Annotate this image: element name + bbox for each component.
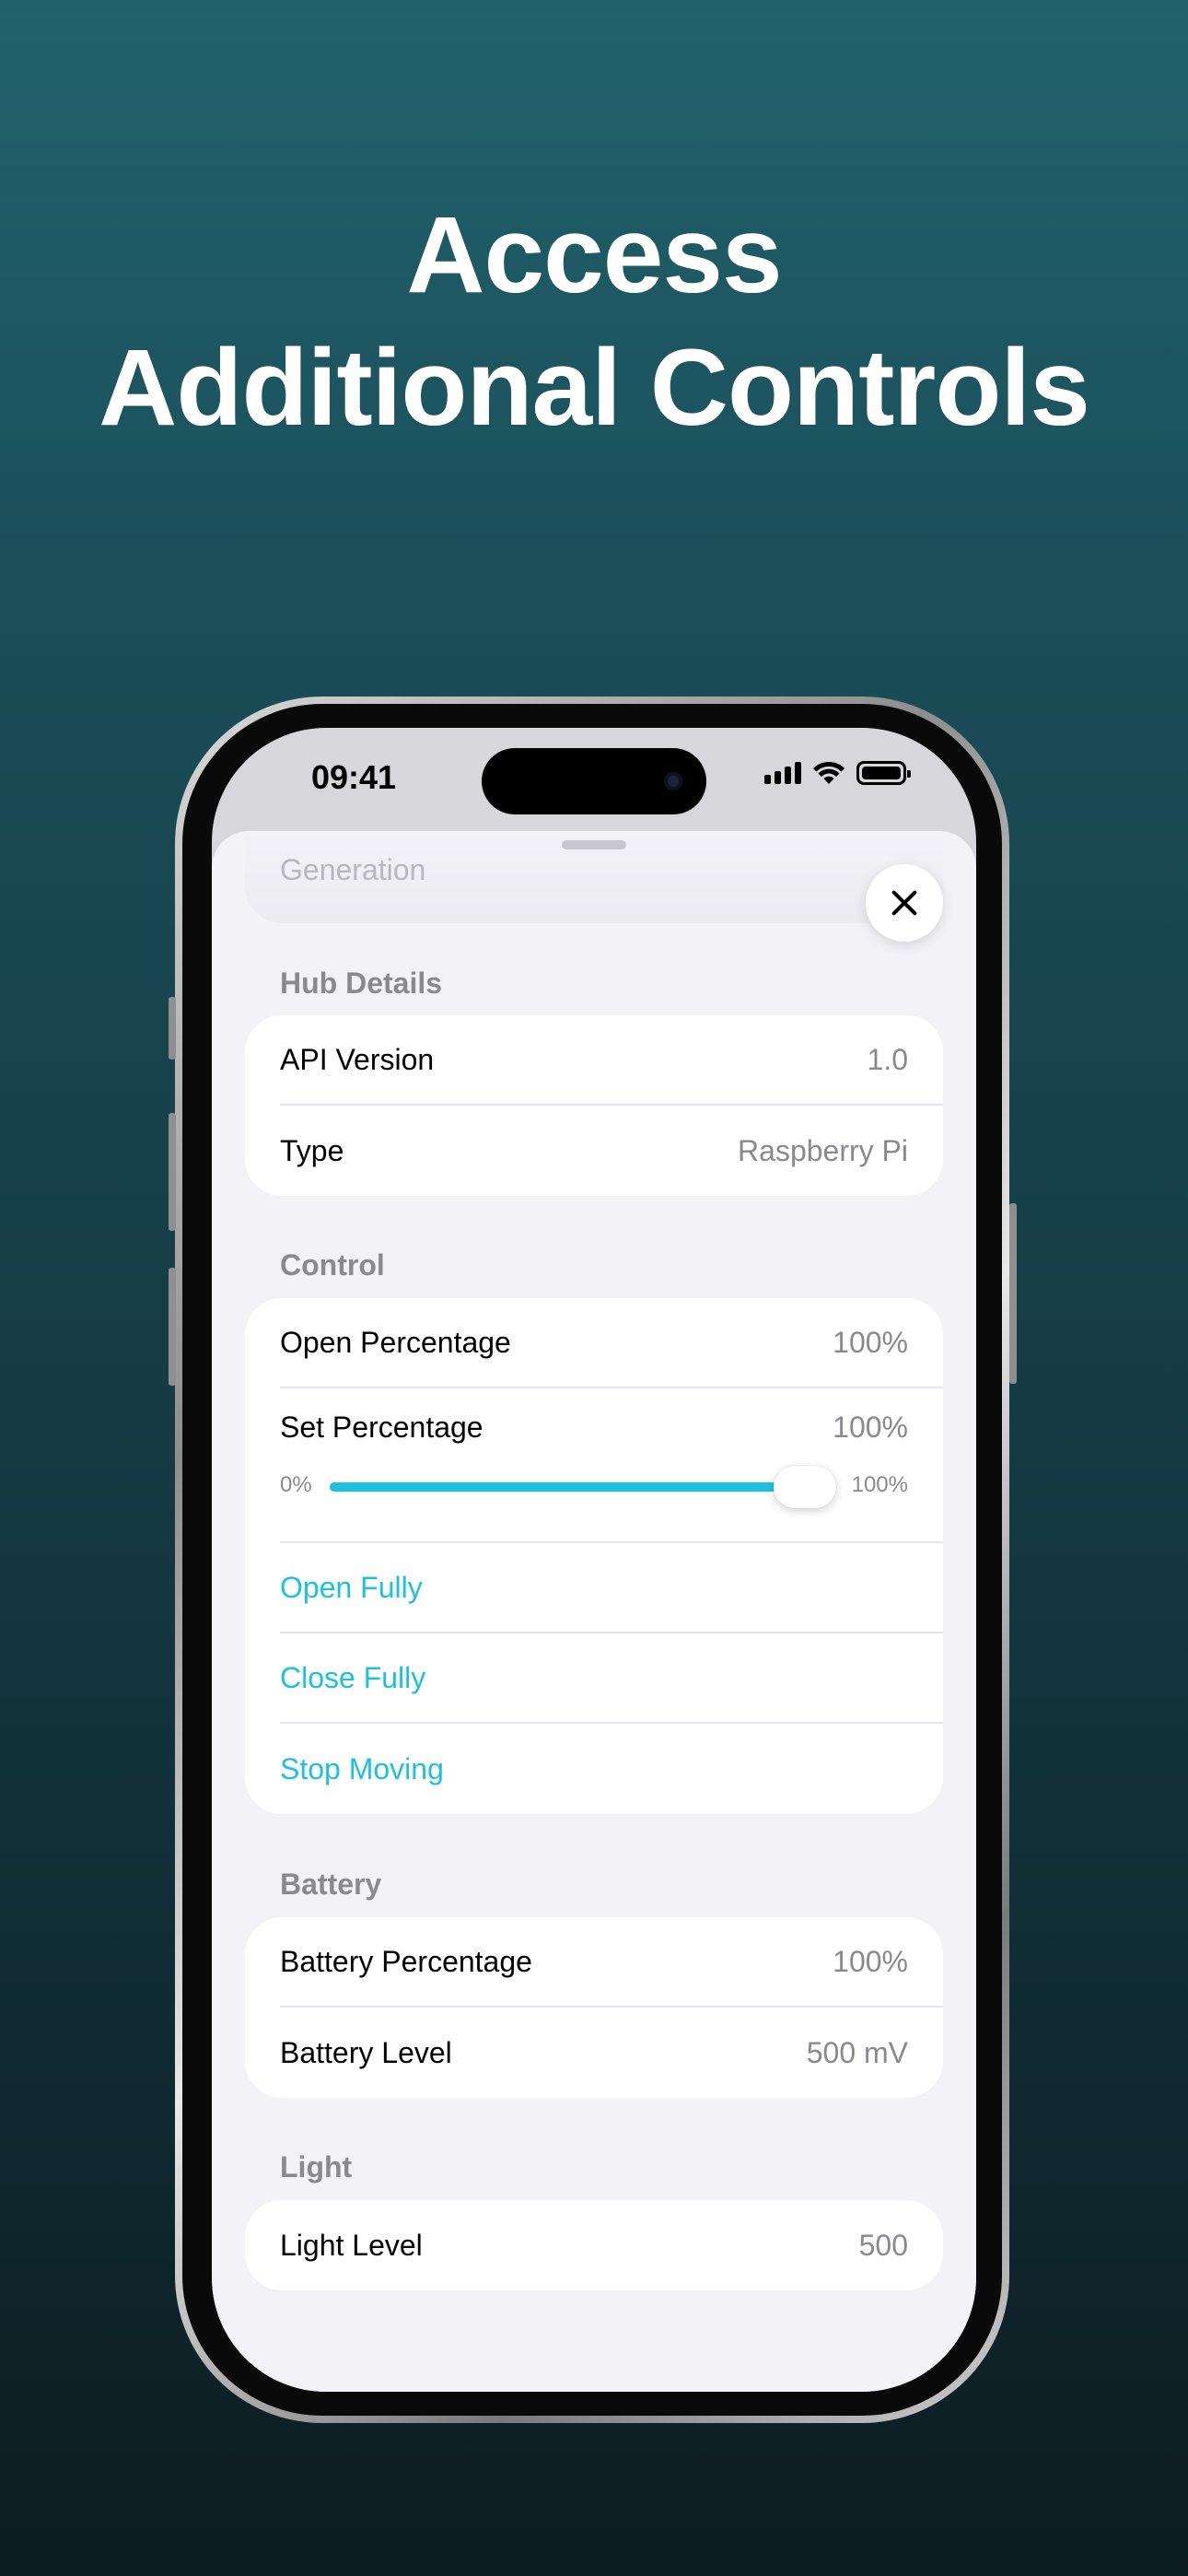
slider-thumb[interactable]: [774, 1466, 836, 1508]
headline-line-2: Additional Controls: [99, 327, 1090, 449]
section-title-battery: Battery: [280, 1868, 382, 1901]
stop-moving-button[interactable]: Stop Moving: [280, 1724, 943, 1814]
row-value: 100%: [833, 1325, 908, 1359]
row-label: Battery Percentage: [280, 1944, 532, 1978]
action-button: [169, 997, 176, 1060]
type-row: Type Raspberry Pi: [280, 1106, 943, 1196]
slider-min-label: 0%: [280, 1472, 312, 1497]
row-label: Set Percentage: [280, 1411, 483, 1444]
row-value: 1.0: [867, 1042, 908, 1076]
row-value: 500: [858, 2228, 908, 2262]
row-value: 500 mV: [806, 2035, 908, 2069]
row-label: Light Level: [280, 2228, 423, 2262]
open-percentage-row: Open Percentage 100%: [280, 1298, 943, 1388]
action-label: Close Fully: [280, 1660, 426, 1694]
control-card: Open Percentage 100% Set Percentage 100%…: [245, 1298, 943, 1814]
section-title-control: Control: [280, 1248, 385, 1282]
battery-icon: [856, 761, 911, 785]
row-label: Battery Level: [280, 2035, 452, 2069]
battery-card: Battery Percentage 100% Battery Level 50…: [245, 1917, 943, 2098]
volume-down-button: [169, 1268, 176, 1386]
set-percentage-row: Set Percentage 100% 0% 100%: [280, 1388, 943, 1543]
section-title-light: Light: [280, 2150, 353, 2184]
camera-icon: [664, 772, 682, 790]
cellular-signal-icon: [764, 762, 801, 784]
section-title-hub-details: Hub Details: [280, 966, 443, 1000]
battery-percentage-row: Battery Percentage 100%: [280, 1917, 943, 2008]
volume-up-button: [169, 1113, 176, 1231]
action-label: Open Fully: [280, 1570, 423, 1604]
row-value: Raspberry Pi: [738, 1133, 908, 1167]
wifi-icon: [813, 761, 844, 784]
row-label: Type: [280, 1133, 344, 1167]
phone-screen: 09:41 Generation Hub Details API Version…: [212, 728, 976, 2392]
slider-fill: [330, 1482, 833, 1492]
row-label: Open Percentage: [280, 1325, 511, 1359]
row-value: 100%: [833, 1944, 908, 1978]
light-level-row: Light Level 500: [280, 2200, 943, 2290]
light-card: Light Level 500: [245, 2200, 943, 2290]
sheet-grabber[interactable]: [562, 840, 626, 849]
row-value: 100%: [833, 1411, 908, 1444]
battery-level-row: Battery Level 500 mV: [280, 2008, 943, 2098]
close-button[interactable]: [866, 864, 943, 942]
headline-line-1: Access: [406, 194, 782, 316]
power-button: [1009, 1203, 1017, 1384]
status-icons: [764, 761, 911, 785]
action-label: Stop Moving: [280, 1751, 444, 1786]
percentage-slider[interactable]: [330, 1482, 833, 1492]
dynamic-island: [482, 748, 706, 814]
status-time: 09:41: [311, 758, 397, 796]
generation-label: Generation: [280, 853, 426, 886]
open-fully-button[interactable]: Open Fully: [280, 1543, 943, 1633]
api-version-row: API Version 1.0: [280, 1015, 943, 1106]
slider-max-label: 100%: [851, 1472, 908, 1497]
row-label: API Version: [280, 1042, 435, 1076]
headline: Access Additional Controls: [0, 189, 1188, 454]
close-fully-button[interactable]: Close Fully: [280, 1633, 943, 1724]
detail-sheet: Generation Hub Details API Version 1.0 T…: [212, 831, 976, 2392]
hub-details-card: API Version 1.0 Type Raspberry Pi: [245, 1015, 943, 1196]
